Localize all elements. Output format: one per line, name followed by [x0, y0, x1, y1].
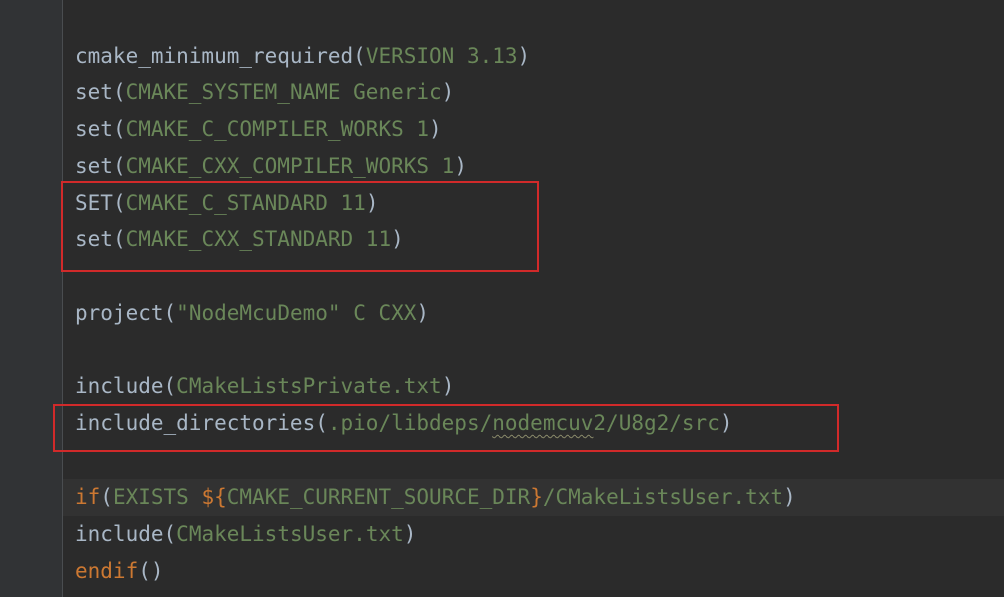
string-literal: "NodeMcuDemo" — [176, 301, 341, 325]
command-name: include — [75, 374, 164, 398]
close-paren: ) — [365, 191, 379, 215]
command-argument: CMAKE_CXX_STANDARD 11 — [125, 227, 392, 251]
command-name: set — [75, 117, 113, 141]
command-argument: CMAKE_C_COMPILER_WORKS 1 — [125, 117, 430, 141]
open-paren: ( — [100, 485, 113, 509]
command-name: set — [75, 154, 113, 178]
code-line-set-cxx-standard[interactable]: set(CMAKE_CXX_STANDARD 11) — [75, 221, 404, 258]
close-paren: ) — [429, 117, 442, 141]
open-paren: ( — [138, 559, 151, 583]
variable-close-brace: } — [530, 485, 543, 509]
close-paren: ) — [517, 44, 531, 68]
open-paren: ( — [112, 227, 126, 251]
close-paren: ) — [416, 301, 430, 325]
close-paren: ) — [391, 227, 404, 251]
open-paren: ( — [353, 44, 366, 68]
open-paren: ( — [163, 374, 177, 398]
close-paren: ) — [454, 154, 467, 178]
condition-argument: EXISTS — [112, 485, 202, 509]
close-paren: ) — [783, 485, 796, 509]
open-paren: ( — [163, 522, 177, 546]
open-paren: ( — [315, 411, 328, 435]
close-paren: ) — [150, 559, 164, 583]
path-argument-prefix: .pio/libdeps/ — [327, 411, 493, 435]
path-argument: /CMakeListsUser.txt — [542, 485, 784, 509]
close-paren: ) — [403, 522, 417, 546]
variable-open-brace: ${ — [201, 485, 227, 509]
code-line-include-private[interactable]: include(CMakeListsPrivate.txt) — [75, 368, 454, 405]
open-paren: ( — [112, 191, 126, 215]
close-paren: ) — [441, 374, 455, 398]
code-line-set-cxx-compiler-works[interactable]: set(CMAKE_CXX_COMPILER_WORKS 1) — [75, 148, 467, 185]
close-paren: ) — [719, 411, 733, 435]
close-paren: ) — [441, 80, 455, 104]
code-line-project[interactable]: project("NodeMcuDemo" C CXX) — [75, 295, 429, 332]
command-argument: CMAKE_C_STANDARD 11 — [125, 191, 366, 215]
code-line-set-c-standard[interactable]: SET(CMAKE_C_STANDARD 11) — [75, 185, 378, 222]
command-name: set — [75, 80, 113, 104]
open-paren: ( — [163, 301, 177, 325]
code-line-set-system-name[interactable]: set(CMAKE_SYSTEM_NAME Generic) — [75, 74, 454, 111]
code-editor[interactable]: cmake_minimum_required(VERSION 3.13) set… — [63, 0, 1004, 597]
code-line-if-exists[interactable]: if(EXISTS ${CMAKE_CURRENT_SOURCE_DIR}/CM… — [75, 479, 796, 516]
code-line-endif[interactable]: endif() — [75, 553, 164, 590]
code-line-include-directories[interactable]: include_directories(.pio/libdeps/nodemcu… — [75, 405, 733, 442]
spelling-warning-word[interactable]: nodemcuv — [492, 411, 593, 435]
variable-name: CMAKE_CURRENT_SOURCE_DIR — [226, 485, 531, 509]
line-number-gutter — [0, 0, 62, 597]
command-argument: CMAKE_SYSTEM_NAME Generic — [125, 80, 442, 104]
command-name: set — [75, 227, 113, 251]
open-paren: ( — [112, 154, 126, 178]
command-argument: VERSION 3.13 — [365, 44, 518, 68]
code-line-include-user[interactable]: include(CMakeListsUser.txt) — [75, 516, 416, 553]
command-name: cmake_minimum_required — [75, 44, 354, 68]
command-name: include — [75, 522, 164, 546]
open-paren: ( — [112, 80, 126, 104]
command-argument: C CXX — [340, 301, 417, 325]
keyword-endif: endif — [75, 559, 139, 583]
command-name: project — [75, 301, 164, 325]
command-argument: CMakeListsUser.txt — [176, 522, 404, 546]
open-paren: ( — [112, 117, 126, 141]
command-name: include_directories — [75, 411, 316, 435]
code-line-set-c-compiler-works[interactable]: set(CMAKE_C_COMPILER_WORKS 1) — [75, 111, 442, 148]
command-argument: CMakeListsPrivate.txt — [176, 374, 442, 398]
command-name: SET — [75, 191, 113, 215]
code-line-cmake-minimum-required[interactable]: cmake_minimum_required(VERSION 3.13) — [75, 38, 530, 75]
command-argument: CMAKE_CXX_COMPILER_WORKS 1 — [125, 154, 455, 178]
path-argument-suffix: 2/U8g2/src — [593, 411, 720, 435]
keyword-if: if — [75, 485, 101, 509]
